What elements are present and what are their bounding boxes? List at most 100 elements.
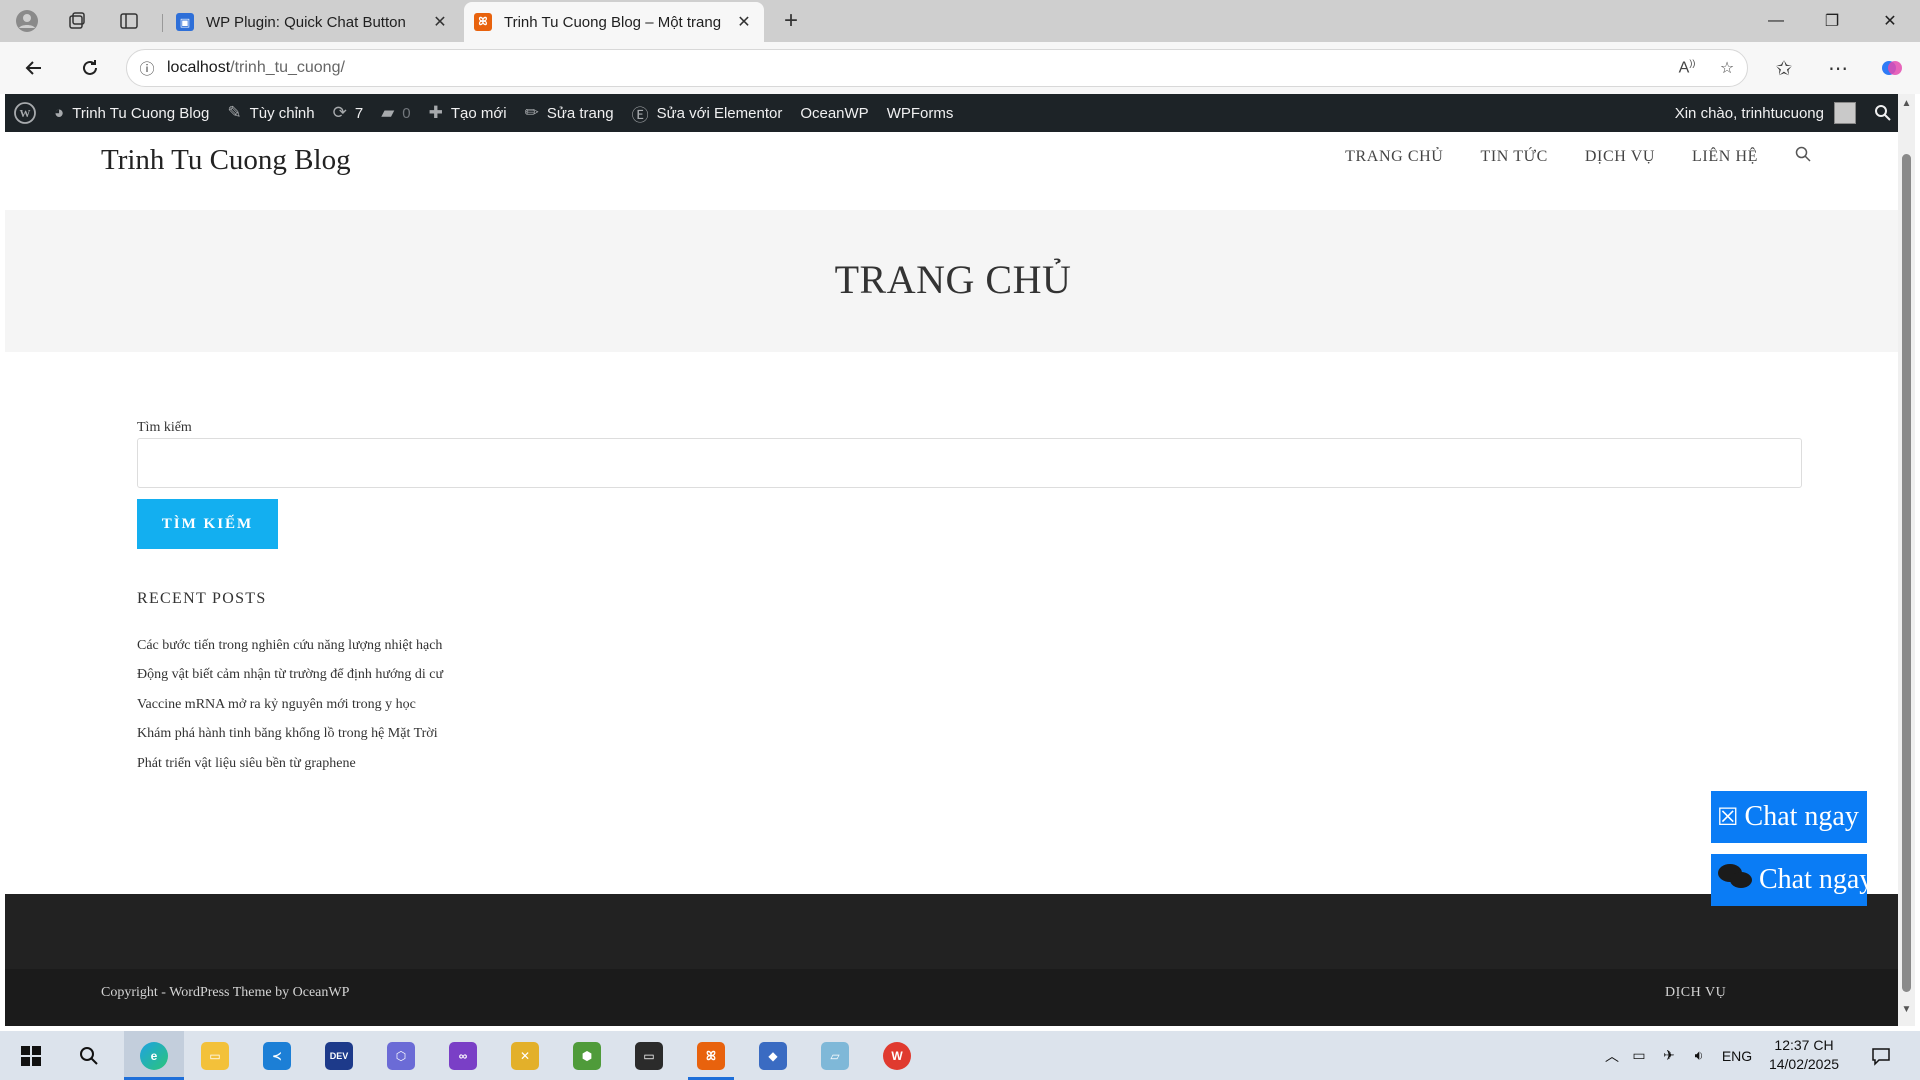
admin-bar-customize[interactable]: ✎ Tùy chỉnh bbox=[218, 94, 323, 132]
admin-bar-edit-elementor[interactable]: Ⓔ Sửa với Elementor bbox=[623, 94, 792, 132]
customize-label: Tùy chỉnh bbox=[249, 104, 315, 122]
more-menu-icon[interactable]: ⋯ bbox=[1822, 52, 1854, 84]
admin-bar-site-name[interactable]: ◕ Trinh Tu Cuong Blog bbox=[45, 94, 218, 132]
comments-count: 0 bbox=[402, 104, 411, 122]
nav-item-tin-tuc[interactable]: TIN TỨC bbox=[1480, 148, 1547, 166]
tab-quick-chat-plugin[interactable]: ▣ WP Plugin: Quick Chat Button ✕ bbox=[166, 2, 460, 42]
nav-search-icon[interactable] bbox=[1795, 146, 1811, 167]
tab-actions-icon[interactable] bbox=[114, 6, 144, 36]
notes-app-icon[interactable]: ▱ bbox=[816, 1037, 854, 1075]
search-button[interactable]: TÌM KIẾM bbox=[137, 499, 278, 549]
clock-time: 12:37 CH bbox=[1774, 1037, 1834, 1053]
favorite-star-icon[interactable]: ☆ bbox=[1707, 58, 1747, 78]
sourcetree-icon[interactable]: ◆ bbox=[754, 1037, 792, 1075]
file-explorer-icon[interactable]: ▭ bbox=[196, 1037, 234, 1075]
admin-bar-account[interactable]: Xin chào, trinhtucuong bbox=[1666, 94, 1865, 132]
oceanwp-label: OceanWP bbox=[800, 104, 869, 122]
restore-button[interactable]: ❐ bbox=[1804, 0, 1860, 42]
search-input[interactable] bbox=[137, 438, 1802, 488]
volume-icon[interactable]: 🔉︎ bbox=[1684, 1047, 1714, 1064]
workspaces-icon[interactable] bbox=[62, 6, 92, 36]
copyright-text: Copyright - WordPress Theme by OceanWP bbox=[101, 985, 350, 1000]
site-info-icon[interactable]: ⓘ bbox=[127, 58, 167, 79]
page-scrollbar[interactable]: ▲ ▼ bbox=[1898, 94, 1915, 1026]
recent-post-link[interactable]: Phát triển vật liệu siêu bền từ graphene bbox=[137, 749, 443, 778]
wordpress-logo-icon[interactable]: W bbox=[5, 94, 45, 132]
wps-office-icon[interactable]: W bbox=[878, 1037, 916, 1075]
chat-button-label: Chat ngay bbox=[1759, 864, 1867, 895]
scrollbar-thumb[interactable] bbox=[1902, 154, 1911, 992]
address-bar[interactable]: ⓘ localhost/trinh_tu_cuong/ A)) ☆ bbox=[126, 49, 1748, 87]
admin-bar-edit-page[interactable]: ✏ Sửa trang bbox=[516, 94, 623, 132]
site-title[interactable]: Trinh Tu Cuong Blog bbox=[101, 144, 351, 177]
show-hidden-icons-icon[interactable]: ︿ bbox=[1600, 1046, 1624, 1066]
vscode-icon[interactable]: ≺ bbox=[258, 1037, 296, 1075]
page-header: TRANG CHỦ bbox=[5, 210, 1901, 352]
admin-bar-new[interactable]: ✚ Tạo mới bbox=[420, 94, 516, 132]
notification-center-icon[interactable] bbox=[1862, 1037, 1900, 1075]
scroll-down-arrow-icon[interactable]: ▼ bbox=[1900, 1004, 1913, 1018]
admin-bar-oceanwp[interactable]: OceanWP bbox=[791, 94, 877, 132]
read-aloud-icon[interactable]: A)) bbox=[1667, 58, 1707, 77]
language-indicator[interactable]: ENG bbox=[1714, 1048, 1760, 1064]
visual-studio-icon[interactable]: ∞ bbox=[444, 1037, 482, 1075]
favorites-icon[interactable]: ✩ bbox=[1768, 52, 1800, 84]
clock[interactable]: 12:37 CH 14/02/2025 bbox=[1756, 1036, 1852, 1074]
admin-bar-wpforms[interactable]: WPForms bbox=[878, 94, 963, 132]
svg-text:W: W bbox=[20, 108, 31, 120]
edge-browser-icon[interactable]: e bbox=[135, 1037, 173, 1075]
updates-icon: ⟳ bbox=[332, 103, 347, 122]
close-box-icon: ☒ bbox=[1717, 804, 1739, 831]
wpforms-label: WPForms bbox=[886, 104, 954, 122]
site-header: Trinh Tu Cuong Blog TRANG CHỦ TIN TỨC DỊ… bbox=[5, 132, 1901, 210]
footer-nav-item-dich-vu[interactable]: DỊCH VỤ bbox=[1665, 985, 1726, 1001]
admin-bar-updates[interactable]: ⟳ 7 bbox=[324, 94, 373, 132]
admin-bar-comments[interactable]: ▰ 0 bbox=[372, 94, 419, 132]
url-text[interactable]: localhost/trinh_tu_cuong/ bbox=[167, 59, 1667, 77]
copilot-icon[interactable] bbox=[1876, 52, 1908, 84]
avatar bbox=[1834, 102, 1856, 124]
close-window-button[interactable]: ✕ bbox=[1862, 0, 1918, 42]
xampp-icon[interactable]: ꕤ bbox=[692, 1037, 730, 1075]
chat-now-button-1[interactable]: ☒ Chat ngay bbox=[1711, 791, 1867, 843]
nav-item-dich-vu[interactable]: DỊCH VỤ bbox=[1585, 148, 1655, 166]
puzzle-app-icon[interactable]: ✕ bbox=[506, 1037, 544, 1075]
main-navigation: TRANG CHỦ TIN TỨC DỊCH VỤ LIÊN HỆ bbox=[1308, 146, 1811, 167]
cube-app-icon[interactable]: ⬡ bbox=[382, 1037, 420, 1075]
close-tab-icon[interactable]: ✕ bbox=[430, 12, 450, 32]
back-icon[interactable] bbox=[18, 52, 50, 84]
new-tab-button[interactable]: + bbox=[776, 6, 806, 36]
reload-icon[interactable] bbox=[74, 52, 106, 84]
site-name-label: Trinh Tu Cuong Blog bbox=[72, 104, 210, 122]
wp-admin-bar: W ◕ Trinh Tu Cuong Blog ✎ Tùy chỉnh ⟳ 7 … bbox=[5, 94, 1901, 132]
chat-button-label: Chat ngay bbox=[1744, 801, 1859, 832]
browser-tab-strip: ▣ WP Plugin: Quick Chat Button ✕ ꕤ Trinh… bbox=[0, 0, 1920, 42]
profile-icon[interactable] bbox=[12, 6, 42, 36]
scroll-up-arrow-icon[interactable]: ▲ bbox=[1900, 98, 1913, 112]
windows-start-icon[interactable] bbox=[12, 1037, 50, 1075]
chat-now-button-2[interactable]: Chat ngay bbox=[1711, 854, 1867, 906]
updates-count: 7 bbox=[354, 104, 364, 122]
recent-post-link[interactable]: Động vật biết cảm nhận từ trường để định… bbox=[137, 660, 443, 689]
battery-icon[interactable]: ▭ bbox=[1624, 1047, 1654, 1064]
wordpress-plugin-favicon-icon: ▣ bbox=[176, 13, 194, 31]
nav-item-trang-chu[interactable]: TRANG CHỦ bbox=[1345, 148, 1443, 166]
close-tab-icon[interactable]: ✕ bbox=[734, 12, 754, 32]
edit-page-label: Sửa trang bbox=[546, 104, 614, 122]
devcpp-icon[interactable]: DEV bbox=[320, 1037, 358, 1075]
recent-post-link[interactable]: Các bước tiến trong nghiên cứu năng lượn… bbox=[137, 631, 443, 660]
nodejs-icon[interactable]: ⬢ bbox=[568, 1037, 606, 1075]
brush-icon: ✎ bbox=[227, 103, 242, 122]
footer-bottom: Copyright - WordPress Theme by OceanWP D… bbox=[5, 969, 1901, 1026]
recent-post-link[interactable]: Khám phá hành tinh băng khổng lồ trong h… bbox=[137, 719, 443, 748]
recent-post-link[interactable]: Vaccine mRNA mở ra kỷ nguyên mới trong y… bbox=[137, 690, 443, 719]
nav-item-lien-he[interactable]: LIÊN HỆ bbox=[1692, 148, 1758, 166]
tab-trinh-tu-cuong-blog[interactable]: ꕤ Trinh Tu Cuong Blog – Một trang ✕ bbox=[464, 2, 764, 42]
terminal-icon[interactable]: ▭ bbox=[630, 1037, 668, 1075]
admin-bar-search-icon[interactable] bbox=[1865, 94, 1901, 132]
tab-title: Trinh Tu Cuong Blog – Một trang bbox=[504, 13, 722, 31]
search-icon[interactable] bbox=[70, 1037, 108, 1075]
minimize-button[interactable]: — bbox=[1748, 0, 1804, 42]
new-label: Tạo mới bbox=[450, 104, 507, 122]
airplane-mode-icon[interactable]: ✈ bbox=[1654, 1047, 1684, 1064]
